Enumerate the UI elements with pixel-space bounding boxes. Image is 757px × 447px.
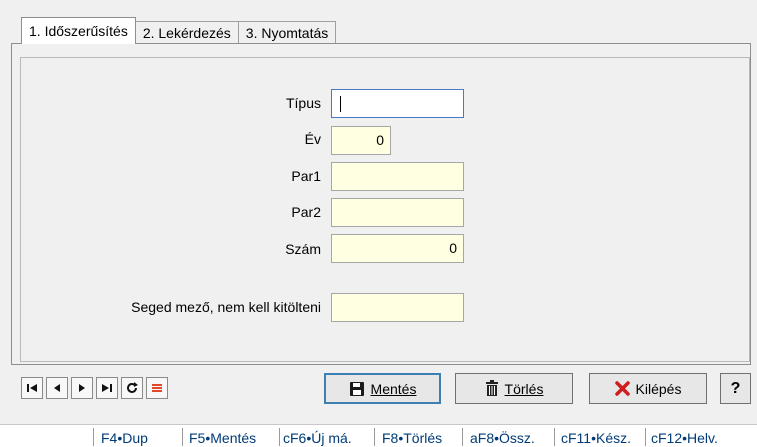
delete-label: Törlés bbox=[504, 380, 544, 397]
par2-input[interactable] bbox=[331, 198, 464, 227]
exit-label: Kilépés bbox=[635, 380, 682, 397]
next-record-icon bbox=[79, 384, 85, 392]
seged-label: Seged mező, nem kell kitölteni bbox=[131, 299, 321, 315]
szam-input[interactable]: 0 bbox=[331, 234, 464, 263]
status-separator bbox=[554, 428, 555, 446]
tab-strip: 1. Időszerűsítés 2. Lekérdezés 3. Nyomta… bbox=[21, 17, 337, 44]
floppy-disk-icon bbox=[349, 381, 364, 396]
ev-label: Év bbox=[304, 131, 321, 147]
first-record-button[interactable] bbox=[21, 377, 43, 399]
ev-input[interactable]: 0 bbox=[331, 126, 391, 155]
status-cf6-uj[interactable]: cF6•Új má. bbox=[283, 430, 352, 446]
status-separator bbox=[93, 428, 94, 446]
status-separator bbox=[182, 428, 183, 446]
status-separator bbox=[645, 428, 646, 446]
refresh-button[interactable] bbox=[121, 377, 143, 399]
red-x-icon bbox=[614, 381, 630, 396]
tab-lekerdezes[interactable]: 2. Lekérdezés bbox=[134, 21, 239, 44]
par1-label: Par1 bbox=[291, 168, 321, 184]
delete-button[interactable]: Törlés bbox=[455, 373, 573, 404]
trash-icon bbox=[485, 380, 498, 396]
list-icon bbox=[152, 384, 162, 392]
save-button[interactable]: Mentés bbox=[324, 373, 441, 404]
status-af8-ossz[interactable]: aF8•Össz. bbox=[470, 430, 535, 446]
previous-record-button[interactable] bbox=[46, 377, 68, 399]
status-separator bbox=[279, 428, 280, 446]
par2-label: Par2 bbox=[291, 204, 321, 220]
tipus-input[interactable] bbox=[331, 89, 464, 118]
first-record-icon bbox=[27, 384, 37, 392]
tab-nyomtatas[interactable]: 3. Nyomtatás bbox=[237, 21, 337, 44]
save-label: Mentés bbox=[370, 380, 417, 397]
exit-button[interactable]: Kilépés bbox=[589, 373, 707, 404]
status-separator bbox=[374, 428, 375, 446]
last-record-button[interactable] bbox=[96, 377, 118, 399]
status-f4-dup[interactable]: F4•Dup bbox=[101, 430, 148, 446]
status-separator bbox=[462, 428, 463, 446]
status-bar: F4•Dup F5•Mentés cF6•Új má. F8•Törlés aF… bbox=[0, 424, 757, 447]
list-button[interactable] bbox=[146, 377, 168, 399]
tipus-label: Típus bbox=[285, 95, 321, 111]
status-cf12-helv[interactable]: cF12•Helv. bbox=[651, 430, 718, 446]
szam-label: Szám bbox=[285, 241, 321, 257]
seged-input[interactable] bbox=[331, 293, 464, 322]
status-f8-torles[interactable]: F8•Törlés bbox=[382, 430, 442, 446]
status-cf11-kesz[interactable]: cF11•Kész. bbox=[561, 430, 631, 446]
tab-idoszerusites[interactable]: 1. Időszerűsítés bbox=[21, 17, 136, 44]
text-caret bbox=[340, 96, 341, 112]
next-record-button[interactable] bbox=[71, 377, 93, 399]
last-record-icon bbox=[102, 384, 112, 392]
refresh-icon bbox=[127, 382, 138, 393]
status-f5-mentes[interactable]: F5•Mentés bbox=[189, 430, 256, 446]
par1-input[interactable] bbox=[331, 162, 464, 191]
previous-record-icon bbox=[54, 384, 60, 392]
help-button[interactable]: ? bbox=[720, 373, 751, 404]
